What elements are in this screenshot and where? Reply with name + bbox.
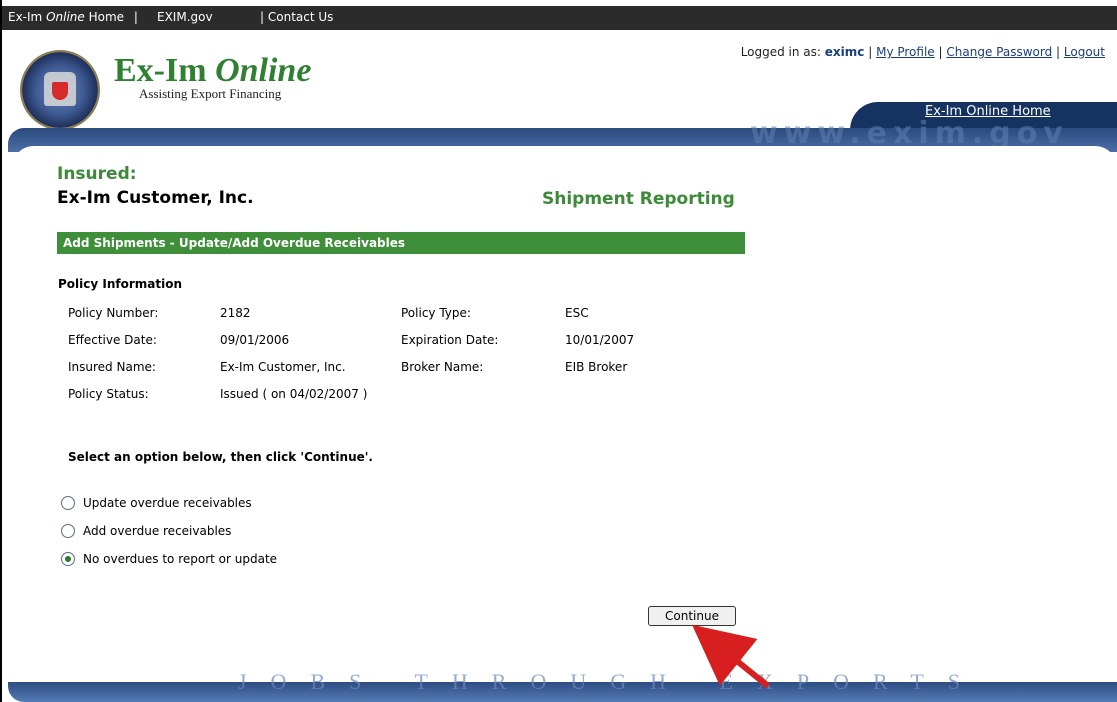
page-title: Shipment Reporting [542,189,735,209]
logout-link[interactable]: Logout [1064,45,1105,59]
site-header: Ex-Im Online Assisting Export Financing … [2,30,1117,132]
policy-status-label: Policy Status: [68,387,149,401]
insured-name-value: Ex-Im Customer, Inc. [220,360,346,374]
logged-in-label: Logged in as: [740,45,825,59]
my-profile-link[interactable]: My Profile [876,45,935,59]
instruction-text: Select an option below, then click 'Cont… [68,450,373,464]
section-header-bar: Add Shipments - Update/Add Overdue Recei… [57,232,745,254]
change-password-link[interactable]: Change Password [946,45,1052,59]
broker-name-label: Broker Name: [401,360,484,374]
radio-checked-icon[interactable] [61,552,75,566]
insured-name: Ex-Im Customer, Inc. [57,188,254,208]
user-sep-1: | [868,45,873,59]
exim-seal-logo [20,50,100,130]
insured-name-label: Insured Name: [68,360,156,374]
policy-type-value: ESC [565,306,589,320]
option-update-overdue[interactable]: Update overdue receivables [61,496,252,510]
option-label[interactable]: Add overdue receivables [83,524,231,538]
radio-unchecked-icon[interactable] [61,524,75,538]
expiration-date-label: Expiration Date: [401,333,499,347]
site-title-left: Ex-Im [114,52,216,89]
policy-status-value: Issued ( on 04/02/2007 ) [220,387,368,401]
policy-row: Insured Name: Ex-Im Customer, Inc. Broke… [68,360,718,387]
top-sep-1: | [133,10,138,24]
user-status-bar: Logged in as: eximc | My Profile | Chang… [741,45,1105,59]
contact-us-link[interactable]: Contact Us [268,10,334,24]
top-sep-2: | [260,10,265,24]
policy-row: Policy Status: Issued ( on 04/02/2007 ) [68,387,718,414]
home-link-text-1: Ex-Im [8,10,47,24]
user-sep-2: | [938,45,943,59]
option-add-overdue[interactable]: Add overdue receivables [61,524,231,538]
policy-info-grid: Policy Number: 2182 Policy Type: ESC Eff… [68,306,718,414]
continue-button[interactable]: Continue [648,606,736,626]
expiration-date-value: 10/01/2007 [565,333,635,347]
user-sep-3: | [1056,45,1061,59]
policy-type-label: Policy Type: [401,306,471,320]
home-link-text-3: Home [84,10,125,24]
option-no-overdues[interactable]: No overdues to report or update [61,552,277,566]
policy-number-value: 2182 [220,306,251,320]
effective-date-label: Effective Date: [68,333,157,347]
top-nav-bar: Ex-Im Online Home | EXIM.gov | Contact U… [2,6,1117,30]
home-link-text-2: Online [46,10,85,24]
site-title-right-wrap: Online [215,52,311,89]
contact-us-group: | Contact Us [260,6,333,28]
option-label[interactable]: Update overdue receivables [83,496,252,510]
insured-label: Insured: [57,164,137,184]
site-title: Ex-Im Online [114,52,311,90]
option-label[interactable]: No overdues to report or update [83,552,277,566]
exim-online-home-link[interactable]: Ex-Im Online Home | [8,6,144,28]
effective-date-value: 09/01/2006 [220,333,290,347]
site-title-right: Online [215,52,312,89]
broker-name-value: EIB Broker [565,360,628,374]
username: eximc [824,45,865,59]
radio-unchecked-icon[interactable] [61,496,75,510]
exim-gov-link[interactable]: EXIM.gov [157,6,213,28]
policy-info-heading: Policy Information [58,277,183,291]
main-content-panel: Insured: Ex-Im Customer, Inc. Shipment R… [12,146,1117,686]
footer-watermark: JOBS THROUGH EXPORTS [238,669,984,694]
policy-number-label: Policy Number: [68,306,159,320]
policy-row: Policy Number: 2182 Policy Type: ESC [68,306,718,333]
shield-icon [52,82,68,100]
site-tagline: Assisting Export Financing [139,86,282,101]
policy-row: Effective Date: 09/01/2006 Expiration Da… [68,333,718,360]
